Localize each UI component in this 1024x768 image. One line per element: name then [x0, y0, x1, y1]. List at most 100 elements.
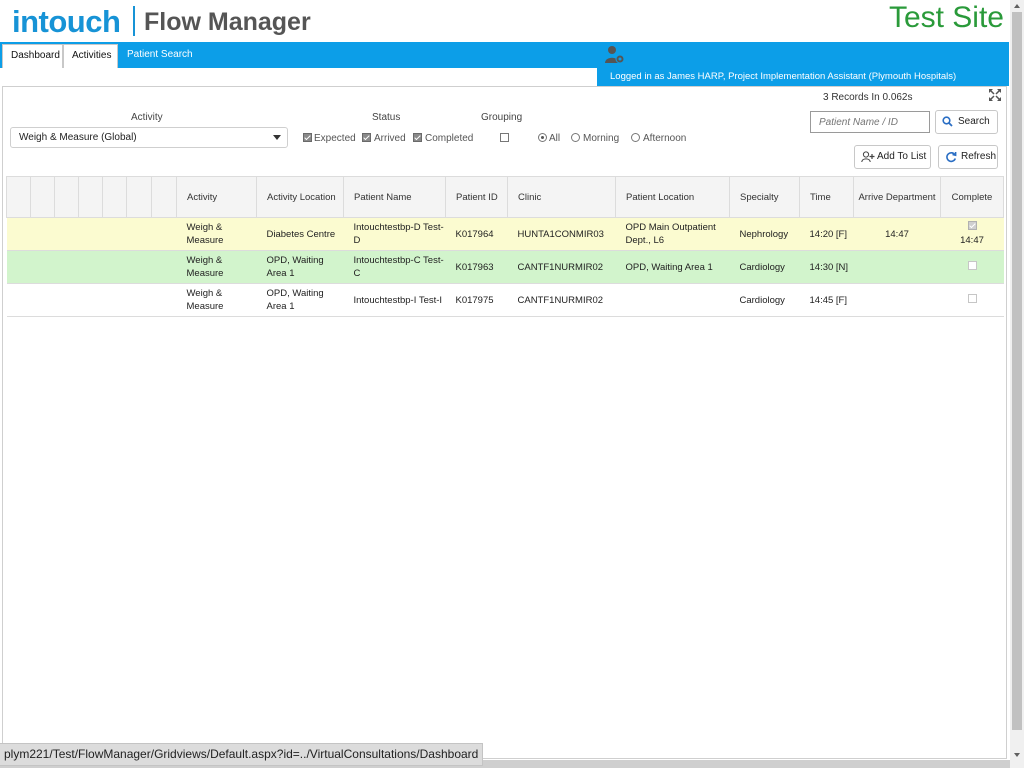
- cell-activity: Weigh & Measure: [176, 250, 257, 284]
- user-gear-icon[interactable]: [604, 45, 626, 65]
- complete-checkbox[interactable]: [967, 221, 977, 230]
- refresh-button[interactable]: Refresh: [938, 145, 998, 169]
- table-row[interactable]: Weigh & Measure OPD, Waiting Area 1 Into…: [6, 250, 1004, 284]
- tab-patient-search[interactable]: Patient Search: [119, 44, 201, 68]
- col-specialty[interactable]: Specialty: [729, 176, 800, 218]
- activity-select-value: Weigh & Measure (Global): [19, 132, 137, 143]
- header-blank: [30, 176, 55, 218]
- activity-select[interactable]: Weigh & Measure (Global): [10, 127, 288, 148]
- expand-icon[interactable]: [988, 88, 1002, 102]
- cell-patient-name[interactable]: Intouchtestbp-I Test-I: [343, 283, 446, 317]
- patient-search-input[interactable]: [810, 111, 930, 133]
- header-blank: [126, 176, 152, 218]
- col-activity-location[interactable]: Activity Location: [256, 176, 344, 218]
- cell-clinic: CANTF1NURMIR02: [507, 250, 616, 284]
- status-completed-label: Completed: [425, 133, 474, 144]
- col-time[interactable]: Time: [799, 176, 854, 218]
- cell-arrive-department: [853, 250, 941, 284]
- scroll-up-icon[interactable]: [1012, 1, 1022, 11]
- status-completed-checkbox[interactable]: [413, 133, 422, 142]
- activity-grid: Activity Activity Location Patient Name …: [6, 176, 1004, 317]
- cell-patient-location: OPD Main Outpatient Dept., L6: [615, 217, 730, 251]
- cell-complete: [940, 283, 1004, 317]
- logo-divider: [133, 6, 135, 36]
- col-clinic[interactable]: Clinic: [507, 176, 616, 218]
- status-expected-checkbox[interactable]: [303, 133, 312, 142]
- cell-time: 14:30 [N]: [799, 250, 854, 284]
- col-complete[interactable]: Complete: [940, 176, 1004, 218]
- cell-activity-location: Diabetes Centre: [256, 217, 344, 251]
- add-to-list-label: Add To List: [877, 151, 927, 162]
- cell-activity-location: OPD, Waiting Area 1: [256, 283, 344, 317]
- complete-checkbox[interactable]: [967, 293, 977, 303]
- logged-in-user: Logged in as James HARP, Project Impleme…: [597, 68, 1009, 86]
- grouping-checkbox[interactable]: [500, 133, 509, 142]
- site-label: Test Site: [888, 1, 1004, 34]
- cell-specialty: Cardiology: [729, 283, 800, 317]
- cell-patient-id: K017963: [445, 250, 508, 284]
- tab-dashboard[interactable]: Dashboard: [2, 44, 63, 68]
- col-patient-id[interactable]: Patient ID: [445, 176, 508, 218]
- status-arrived-checkbox[interactable]: [362, 133, 371, 142]
- header-blank: [6, 176, 31, 218]
- header-blank: [102, 176, 127, 218]
- table-row[interactable]: Weigh & Measure OPD, Waiting Area 1 Into…: [6, 283, 1004, 317]
- status-expected-label: Expected: [314, 133, 356, 144]
- cell-time: 14:20 [F]: [799, 217, 854, 251]
- cell-activity-location: OPD, Waiting Area 1: [256, 250, 344, 284]
- grouping-morning-radio[interactable]: [571, 133, 580, 142]
- app-header: intouch Flow Manager Test Site: [0, 0, 1010, 42]
- search-button[interactable]: Search: [935, 110, 998, 134]
- grouping-label: Grouping: [481, 112, 523, 123]
- header-blank: [151, 176, 177, 218]
- header-blank: [78, 176, 103, 218]
- status-arrived-label: Arrived: [374, 133, 406, 144]
- status-bar-url: plym221/Test/FlowManager/Gridviews/Defau…: [0, 743, 484, 766]
- cell-arrive-department: 14:47: [853, 217, 941, 251]
- cell-time: 14:45 [F]: [799, 283, 854, 317]
- app-title: Flow Manager: [144, 8, 311, 36]
- cell-patient-name[interactable]: Intouchtestbp-C Test-C: [343, 250, 446, 284]
- cell-clinic: CANTF1NURMIR02: [507, 283, 616, 317]
- cell-arrive-department: [853, 283, 941, 317]
- cell-patient-name[interactable]: Intouchtestbp-D Test-D: [343, 217, 446, 251]
- scroll-down-icon[interactable]: [1012, 750, 1022, 760]
- cell-patient-location: [615, 283, 730, 317]
- complete-time: 14:47: [960, 235, 984, 246]
- col-patient-location[interactable]: Patient Location: [615, 176, 730, 218]
- scrollbar-thumb[interactable]: [1012, 12, 1022, 730]
- grouping-morning-label: Morning: [583, 133, 620, 144]
- grouping-afternoon-radio[interactable]: [631, 133, 640, 142]
- add-to-list-button[interactable]: Add To List: [854, 145, 931, 169]
- cell-patient-location: OPD, Waiting Area 1: [615, 250, 730, 284]
- grouping-all-radio[interactable]: [538, 133, 547, 142]
- search-button-label: Search: [958, 116, 990, 127]
- cell-specialty: Cardiology: [729, 250, 800, 284]
- brand-logo[interactable]: intouch: [12, 4, 121, 40]
- cell-complete: 14:47: [940, 217, 1004, 251]
- search-icon: [942, 116, 953, 127]
- col-activity[interactable]: Activity: [176, 176, 257, 218]
- add-user-icon: [861, 151, 875, 163]
- records-count: 3 Records In 0.062s: [823, 92, 913, 103]
- cell-specialty: Nephrology: [729, 217, 800, 251]
- grouping-all-label: All: [549, 133, 561, 144]
- grouping-afternoon-label: Afternoon: [643, 133, 687, 144]
- chevron-down-icon: [273, 135, 281, 140]
- tab-activities[interactable]: Activities: [63, 44, 118, 68]
- cell-patient-id: K017975: [445, 283, 508, 317]
- activity-label: Activity: [131, 112, 163, 123]
- table-row[interactable]: Weigh & Measure Diabetes Centre Intoucht…: [6, 217, 1004, 251]
- refresh-icon: [946, 152, 957, 163]
- col-arrive-department[interactable]: Arrive Department: [853, 176, 941, 218]
- cell-patient-id: K017964: [445, 217, 508, 251]
- cell-clinic: HUNTA1CONMIR03: [507, 217, 616, 251]
- col-patient-name[interactable]: Patient Name: [343, 176, 446, 218]
- grid-header-row: Activity Activity Location Patient Name …: [6, 176, 1004, 218]
- cell-activity: Weigh & Measure: [176, 283, 257, 317]
- header-blank: [54, 176, 79, 218]
- refresh-button-label: Refresh: [961, 151, 997, 162]
- complete-checkbox[interactable]: [967, 260, 977, 270]
- status-label: Status: [372, 112, 401, 123]
- cell-complete: [940, 250, 1004, 284]
